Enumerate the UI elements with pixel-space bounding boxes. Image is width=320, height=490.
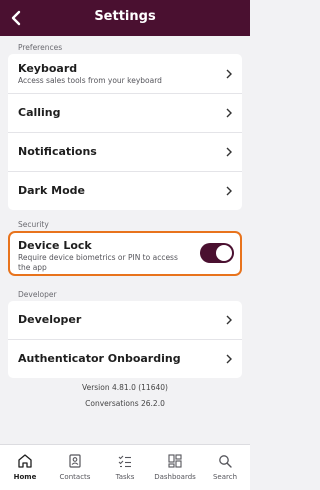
section-label-preferences: Preferences (18, 43, 63, 52)
settings-row-keyboard[interactable]: Keyboard Access sales tools from your ke… (8, 54, 242, 94)
settings-row-dark-mode[interactable]: Dark Mode (8, 172, 242, 210)
settings-row-device-lock: Device Lock Require device biometrics or… (8, 231, 242, 276)
row-label: Dark Mode (18, 184, 85, 197)
row-label: Calling (18, 106, 61, 119)
contacts-icon (69, 454, 81, 468)
app-version: Version 4.81.0 (11640) (82, 383, 168, 392)
chevron-right-icon (226, 186, 232, 196)
device-lock-toggle[interactable] (200, 243, 234, 263)
tasks-icon (118, 455, 131, 468)
tab-search[interactable]: Search (200, 453, 250, 481)
row-label: Keyboard (18, 62, 78, 75)
preferences-card: Keyboard Access sales tools from your ke… (8, 54, 242, 210)
row-sublabel: Access sales tools from your keyboard (18, 76, 162, 85)
settings-row-developer[interactable]: Developer (8, 301, 242, 340)
tab-contacts[interactable]: Contacts (50, 453, 100, 481)
conversations-version: Conversations 26.2.0 (85, 399, 165, 408)
chevron-right-icon (226, 108, 232, 118)
row-label: Authenticator Onboarding (18, 352, 181, 365)
row-label: Device Lock (18, 239, 92, 252)
tab-dashboards[interactable]: Dashboards (150, 453, 200, 481)
bottom-tab-bar: Home Contacts Tasks Dashboards Search (0, 444, 250, 490)
chevron-right-icon (226, 315, 232, 325)
row-sublabel: Require device biometrics or PIN to acce… (18, 253, 178, 272)
dashboards-icon (168, 454, 182, 468)
tab-label: Home (13, 473, 37, 481)
row-label: Developer (18, 313, 82, 326)
tab-label: Tasks (115, 473, 135, 481)
toggle-knob (216, 245, 232, 261)
tab-tasks[interactable]: Tasks (100, 453, 150, 481)
section-label-security: Security (18, 220, 49, 229)
tab-home[interactable]: Home (0, 453, 50, 481)
app-header: Settings (0, 0, 250, 36)
tab-label: Contacts (59, 473, 91, 481)
chevron-right-icon (226, 354, 232, 364)
search-icon (219, 455, 232, 468)
tab-label: Dashboards (154, 473, 196, 481)
settings-row-authenticator-onboarding[interactable]: Authenticator Onboarding (8, 340, 242, 378)
settings-row-notifications[interactable]: Notifications (8, 133, 242, 172)
page-title: Settings (94, 9, 156, 24)
chevron-right-icon (226, 69, 232, 79)
home-icon (18, 454, 32, 468)
chevron-right-icon (226, 147, 232, 157)
settings-row-calling[interactable]: Calling (8, 94, 242, 133)
row-label: Notifications (18, 145, 97, 158)
tab-label: Search (212, 473, 238, 481)
section-label-developer: Developer (18, 290, 57, 299)
developer-card: Developer Authenticator Onboarding (8, 301, 242, 378)
